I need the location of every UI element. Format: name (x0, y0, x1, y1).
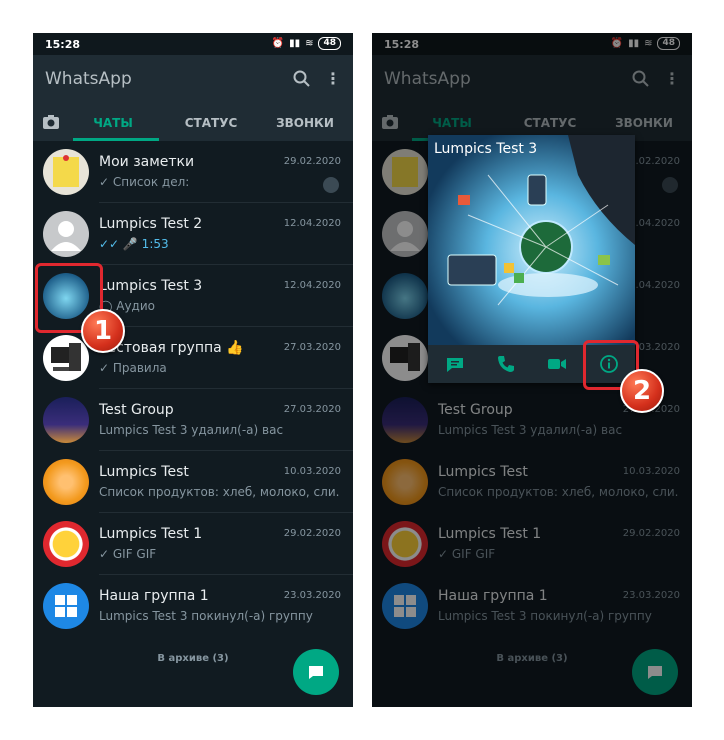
phone-icon[interactable] (496, 354, 516, 374)
camera-icon[interactable] (39, 114, 63, 133)
chat-row[interactable]: Lumpics Test 1 29.02.2020 ✓ GIF GIF (33, 513, 353, 575)
chat-row[interactable]: Test Group 27.03.2020 Lumpics Test 3 уда… (33, 389, 353, 451)
avatar-windows (43, 583, 89, 629)
signal-icon: ▮▮ (289, 38, 301, 49)
new-chat-button[interactable] (293, 649, 339, 695)
chat-preview: Список продуктов: хлеб, молоко, сли... (99, 485, 339, 499)
chat-name: Мои заметки (99, 154, 195, 170)
chat-date: 29.02.2020 (283, 528, 341, 539)
battery-indicator: 48 (318, 37, 341, 50)
chat-date: 12.04.2020 (283, 218, 341, 229)
status-bar: 15:28 ⏰ ▮▮ ≋ 48 (33, 33, 353, 55)
avatar-computer (43, 335, 89, 381)
chat-date: 29.02.2020 (283, 156, 341, 167)
avatar-notes (43, 149, 89, 195)
message-icon (309, 666, 323, 679)
chat-name: Test Group (99, 402, 174, 418)
step-marker-2: 2 (620, 369, 664, 413)
chat-row[interactable]: Наша группа 1 23.03.2020 Lumpics Test 3 … (33, 575, 353, 637)
app-title: WhatsApp (45, 69, 132, 89)
chat-preview: ✓ Список дел: (99, 175, 190, 189)
avatar-orange (43, 459, 89, 505)
avatar-lemon (43, 521, 89, 567)
tab-status[interactable]: СТАТУС (166, 116, 256, 130)
chat-name: Lumpics Test (99, 464, 189, 480)
chat-date: 27.03.2020 (283, 404, 341, 415)
avatar-default (43, 211, 89, 257)
chat-row[interactable]: Lumpics Test 2 12.04.2020 ✓✓ 🎤 1:53 (33, 203, 353, 265)
search-icon[interactable] (293, 70, 311, 92)
tab-chats[interactable]: ЧАТЫ (73, 116, 153, 130)
tab-calls[interactable]: ЗВОНКИ (265, 116, 345, 130)
chat-date: 10.03.2020 (283, 466, 341, 477)
chat-preview: Lumpics Test 3 удалил(-а) вас (99, 423, 284, 437)
chat-date: 23.03.2020 (283, 590, 341, 601)
message-icon[interactable] (445, 354, 465, 374)
phone-screen-left: 15:28 ⏰ ▮▮ ≋ 48 WhatsApp ⋮ ЧАТЫ СТАТУС З… (33, 33, 353, 707)
chat-row[interactable]: Мои заметки 29.02.2020 ✓ Список дел: (33, 141, 353, 203)
pin-icon (323, 177, 339, 193)
status-time: 15:28 (45, 38, 81, 51)
chat-row[interactable]: Lumpics Test 10.03.2020 Список продуктов… (33, 451, 353, 513)
profile-photo[interactable]: Lumpics Test 3 (428, 135, 635, 345)
chat-preview: ✓ Правила (99, 361, 167, 375)
chat-date: 27.03.2020 (283, 342, 341, 353)
chat-name: Lumpics Test 2 (99, 216, 203, 232)
chat-date: 12.04.2020 (283, 280, 341, 291)
tab-bar: ЧАТЫ СТАТУС ЗВОНКИ (33, 105, 353, 141)
chat-name: Lumpics Test 3 (99, 278, 203, 294)
more-options-icon[interactable]: ⋮ (325, 71, 341, 87)
chat-preview: Lumpics Test 3 покинул(-а) группу (99, 609, 313, 623)
wifi-icon: ≋ (305, 38, 314, 49)
popup-contact-name: Lumpics Test 3 (434, 141, 538, 157)
chat-preview: ✓ GIF GIF (99, 547, 157, 561)
chat-name: Наша группа 1 (99, 588, 209, 604)
chat-name: Lumpics Test 1 (99, 526, 203, 542)
avatar-night (43, 397, 89, 443)
step-marker-1: 1 (81, 309, 125, 353)
video-camera-icon[interactable] (547, 354, 567, 374)
status-icons: ⏰ ▮▮ ≋ 48 (272, 37, 341, 50)
chat-preview: ✓✓ 🎤 1:53 (99, 237, 169, 251)
app-bar: WhatsApp ⋮ (33, 55, 353, 105)
alarm-icon: ⏰ (271, 38, 285, 49)
phone-screen-right: 15:28 ⏰ ▮▮ ≋ 48 WhatsApp ⋮ ЧАТЫ СТАТУС З… (372, 33, 692, 707)
